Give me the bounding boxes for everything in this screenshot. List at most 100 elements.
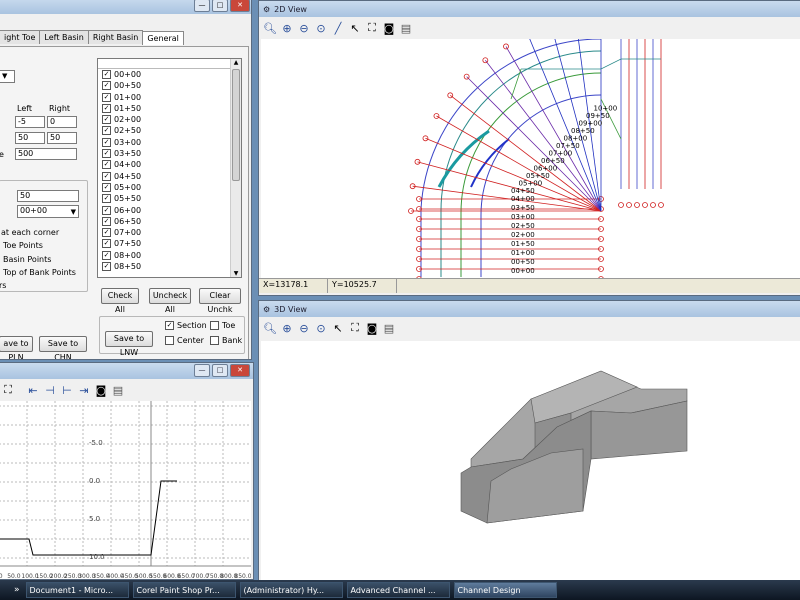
pointer-icon[interactable]: ↖ <box>348 22 362 35</box>
move-right-icon[interactable]: ⇥ <box>77 384 91 397</box>
close-button[interactable]: ✕ <box>230 0 250 12</box>
scroll-down-icon[interactable]: ▼ <box>231 270 241 277</box>
print-icon[interactable]: ▤ <box>399 22 413 35</box>
close-button[interactable]: ✕ <box>230 364 250 377</box>
list-item[interactable]: ✓ 07+00 <box>102 227 241 238</box>
list-item[interactable]: ✓ 03+50 <box>102 148 241 159</box>
checkbox-checked-icon[interactable]: ✓ <box>102 160 111 170</box>
save-to-lnw-button[interactable]: Save to LNW <box>105 331 153 357</box>
camera-icon[interactable]: ◙ <box>382 22 396 35</box>
bank-option[interactable]: Bank <box>210 336 242 345</box>
toe-option[interactable]: Toe <box>210 321 235 330</box>
list-item[interactable]: ✓ 08+00 <box>102 250 241 261</box>
list-item[interactable]: ✓ 06+00 <box>102 205 241 216</box>
measure-icon[interactable]: ╱ <box>331 22 345 35</box>
checkbox-checked-icon[interactable]: ✓ <box>102 171 111 181</box>
camera-icon[interactable]: ◙ <box>94 384 108 397</box>
checkbox-checked-icon[interactable]: ✓ <box>102 216 111 226</box>
minimize-button[interactable]: — <box>194 0 210 12</box>
list-item[interactable]: ✓ 00+50 <box>102 80 241 91</box>
checkbox-checked-icon[interactable]: ✓ <box>102 182 111 192</box>
fit-view-icon[interactable]: ⛶ <box>348 321 362 335</box>
pointer-icon[interactable]: ↖ <box>331 322 345 335</box>
scroll-thumb[interactable] <box>232 69 240 181</box>
checkbox-checked-icon[interactable]: ✓ <box>102 126 111 136</box>
start-arrow-icon[interactable]: » <box>14 585 20 595</box>
right-value-2[interactable]: 50 <box>47 132 77 144</box>
tab-left-basin[interactable]: Left Basin <box>39 30 89 44</box>
list-item[interactable]: ✓ 03+00 <box>102 137 241 148</box>
move-left-icon[interactable]: ⇤ <box>26 384 40 397</box>
checkbox-checked-icon[interactable]: ✓ <box>102 205 111 215</box>
taskbar-item-advanced-channel[interactable]: Advanced Channel ... <box>346 582 450 598</box>
checkbox-checked-icon[interactable]: ✓ <box>102 149 111 159</box>
tab-general[interactable]: General <box>142 31 184 45</box>
taskbar-item-paintshop[interactable]: Corel Paint Shop Pr... <box>132 582 236 598</box>
fit-view-icon[interactable]: ⛶ <box>365 21 379 35</box>
single-value[interactable]: 500 <box>15 148 77 160</box>
section-option[interactable]: ✓ Section <box>165 321 207 330</box>
list-item[interactable]: ✓ 08+50 <box>102 261 241 272</box>
camera-icon[interactable]: ◙ <box>365 322 379 335</box>
checkbox-checked-icon[interactable]: ✓ <box>102 115 111 125</box>
checkbox-checked-icon[interactable]: ✓ <box>102 239 111 249</box>
checkbox-checked-icon[interactable]: ✓ <box>102 81 111 91</box>
list-item[interactable]: ✓ 01+50 <box>102 103 241 114</box>
checkbox-checked-icon[interactable]: ✓ <box>102 92 111 102</box>
tab-right-toe[interactable]: ight Toe <box>0 30 41 44</box>
taskbar-item-admin[interactable]: (Administrator) Hy... <box>239 582 343 598</box>
model-3d-canvas[interactable] <box>261 341 800 581</box>
checkbox-checked-icon[interactable]: ✓ <box>102 70 111 79</box>
zoom-out-icon[interactable]: ⊕ <box>280 22 294 35</box>
checkbox-checked-icon[interactable]: ✓ <box>102 262 111 272</box>
taskbar-item-channel-design[interactable]: Channel Design <box>453 582 557 598</box>
plan-view-canvas[interactable]: 00+0000+5001+0001+5002+0002+5003+0003+50… <box>261 39 800 279</box>
checkbox-checked-icon[interactable]: ✓ <box>102 103 111 113</box>
list-item[interactable]: ✓ 07+50 <box>102 238 241 249</box>
uncheck-all-button[interactable]: Uncheck All <box>149 288 191 314</box>
list-item[interactable]: ✓ 06+50 <box>102 216 241 227</box>
step-left-icon[interactable]: ⊣ <box>43 384 57 397</box>
profile-chart[interactable]: -5.00.05.010.0 0.050.0100.0150.0200.0250… <box>0 401 251 580</box>
tab-right-basin[interactable]: Right Basin <box>87 30 144 44</box>
right-value-1[interactable]: 0 <box>47 116 77 128</box>
checkbox-checked-icon[interactable]: ✓ <box>102 137 111 147</box>
top-combo[interactable]: ▼ <box>0 70 15 83</box>
zoom-window-icon[interactable]: ⊖ <box>297 22 311 35</box>
list-item[interactable]: ✓ 01+00 <box>102 92 241 103</box>
print-icon[interactable]: ▤ <box>382 322 396 335</box>
zoom-prev-icon[interactable]: ⊙ <box>314 322 328 335</box>
list-scrollbar[interactable]: ▲ ▼ <box>230 59 241 277</box>
list-item[interactable]: ✓ 04+50 <box>102 171 241 182</box>
center-option[interactable]: Center <box>165 336 204 345</box>
checkbox-checked-icon[interactable]: ✓ <box>102 194 111 204</box>
list-item[interactable]: ✓ 02+50 <box>102 125 241 136</box>
list-item[interactable]: ✓ 05+00 <box>102 182 241 193</box>
scroll-up-icon[interactable]: ▲ <box>231 59 241 69</box>
minimize-button[interactable]: — <box>194 364 210 377</box>
list-item[interactable]: ✓ 05+50 <box>102 193 241 204</box>
zoom-in-icon[interactable]: 🔍︎ <box>263 22 277 35</box>
step-right-icon[interactable]: ⊢ <box>60 384 74 397</box>
check-all-button[interactable]: Check All <box>101 288 139 314</box>
checkbox-checked-icon[interactable]: ✓ <box>102 250 111 260</box>
station-list[interactable]: ✓ 00+00 ✓ 00+50 ✓ 01+00 ✓ 01+50 ✓ 02+00 ✓ 02+50 ✓ 03+… <box>97 58 242 278</box>
left-value-2[interactable]: 50 <box>15 132 45 144</box>
maximize-button[interactable]: □ <box>212 0 228 12</box>
list-item[interactable]: ✓ 00+00 <box>102 69 241 80</box>
maximize-button[interactable]: □ <box>212 364 228 377</box>
print-icon[interactable]: ▤ <box>111 384 125 397</box>
value-a[interactable]: 50 <box>17 190 79 202</box>
save-to-pln-button[interactable]: ave to PLN <box>0 336 33 359</box>
left-value-1[interactable]: -5 <box>15 116 45 128</box>
list-item[interactable]: ✓ 04+00 <box>102 159 241 170</box>
zoom-prev-icon[interactable]: ⊙ <box>314 22 328 35</box>
taskbar-item-word[interactable]: Document1 - Micro... <box>25 582 129 598</box>
clear-unchecked-button[interactable]: Clear Unchk <box>199 288 241 314</box>
zoom-out-icon[interactable]: ⊕ <box>280 322 294 335</box>
zoom-in-icon[interactable]: 🔍︎ <box>263 322 277 335</box>
station-combo[interactable]: 00+00 ▼ <box>17 205 79 218</box>
zoom-window-icon[interactable]: ⊖ <box>297 322 311 335</box>
list-item[interactable]: ✓ 02+00 <box>102 114 241 125</box>
checkbox-checked-icon[interactable]: ✓ <box>102 228 111 238</box>
